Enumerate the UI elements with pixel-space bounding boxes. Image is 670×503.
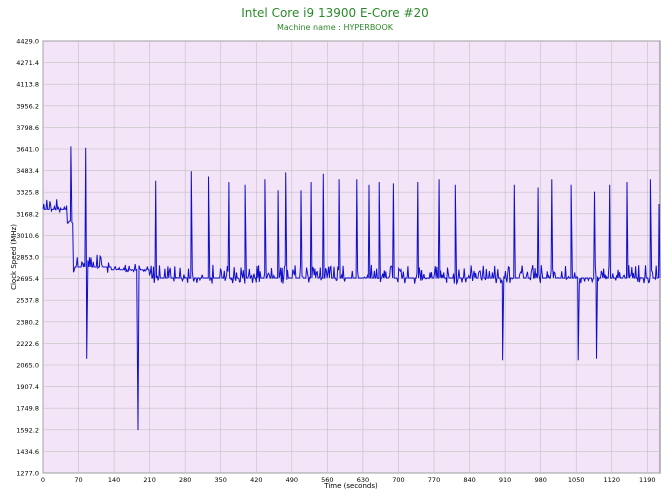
y-axis-label: Clock Speed (MHz) [10,224,18,290]
y-tick-label: 1749.8 [16,405,39,413]
y-tick-label: 3010.6 [16,232,39,240]
y-tick-label: 3956.2 [16,102,39,110]
x-tick-label: 0 [41,476,45,484]
x-axis-label: Time (seconds) [323,482,378,490]
x-tick-label: 350 [215,476,227,484]
y-tick-label: 1277.0 [16,470,39,478]
x-tick-label: 140 [108,476,120,484]
y-tick-label: 2065.0 [16,362,39,370]
y-tick-label: 2537.8 [16,297,39,305]
chart-subtitle: Machine name : HYPERBOOK [277,23,394,32]
x-tick-label: 840 [463,476,475,484]
y-tick-label: 1592.2 [16,426,39,434]
x-tick-label: 280 [179,476,191,484]
y-tick-label: 2695.4 [16,275,39,283]
y-tick-label: 2853.0 [16,254,39,262]
y-tick-label: 4113.8 [16,81,39,89]
x-tick-label: 770 [428,476,440,484]
y-tick-label: 1434.6 [16,448,39,456]
x-tick-label: 1120 [603,476,620,484]
x-tick-label: 910 [499,476,511,484]
y-tick-label: 4271.4 [16,59,39,67]
grid-lines [42,40,660,474]
x-tick-label: 210 [143,476,155,484]
x-tick-label: 1050 [568,476,585,484]
y-tick-label: 3168.2 [16,210,39,218]
x-tick-label: 70 [74,476,82,484]
y-axis-ticks: 4429.0 4271.4 4113.8 3956.2 3798.6 3641.0 3483… [16,38,39,478]
y-tick-label: 3641.0 [16,146,39,154]
y-tick-label: 2380.2 [16,318,39,326]
chart-title: Intel Core i9 13900 E-Core #20 [241,6,429,20]
x-tick-label: 490 [286,476,298,484]
chart-canvas: Intel Core i9 13900 E-Core #20 Machine n… [10,6,661,490]
y-tick-label: 1907.4 [16,383,39,391]
y-tick-label: 2222.6 [16,340,39,348]
x-tick-label: 420 [250,476,262,484]
y-tick-label: 3483.4 [16,167,39,175]
x-tick-label: 700 [392,476,404,484]
x-tick-label: 1190 [639,476,656,484]
y-tick-label: 3798.6 [16,124,39,132]
y-tick-label: 4429.0 [16,38,39,46]
x-tick-label: 980 [534,476,546,484]
y-tick-label: 3325.8 [16,189,39,197]
